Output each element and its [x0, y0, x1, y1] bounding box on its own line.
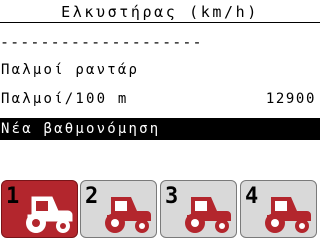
pulses-value: 12900: [265, 91, 316, 107]
menu-item-label: Νέα βαθμονόμηση: [1, 121, 161, 137]
tab-tractor-2[interactable]: 2: [80, 180, 157, 238]
tab-tractor-4[interactable]: 4: [240, 180, 317, 238]
menu-item-pulses-per-100m[interactable]: Παλμοί/100 m 12900: [0, 89, 320, 109]
tractor-speed-settings-screen: Ελκυστήρας (km/h) -------------------- Π…: [0, 0, 320, 240]
page-title: Ελκυστήρας (km/h): [61, 3, 259, 21]
tab-tractor-1[interactable]: 1: [1, 180, 78, 238]
menu-item-new-calibration[interactable]: Νέα βαθμονόμηση: [0, 118, 320, 140]
menu-item-radar-pulses[interactable]: Παλμοί ραντάρ: [0, 60, 320, 80]
tractor-icon: [26, 196, 73, 233]
tractor-icon: [265, 197, 311, 233]
title-divider: [0, 22, 320, 23]
tab-tractor-3[interactable]: 3: [160, 180, 237, 238]
separator-dashes: --------------------: [0, 33, 203, 51]
menu-item-label: Παλμοί ραντάρ: [1, 62, 140, 78]
tractor-icon: [105, 197, 151, 233]
tractor-tab-bar: 1 2 3 4: [0, 180, 320, 240]
tractor-icon: [185, 197, 231, 233]
menu-item-label: Παλμοί/100 m: [1, 91, 129, 107]
